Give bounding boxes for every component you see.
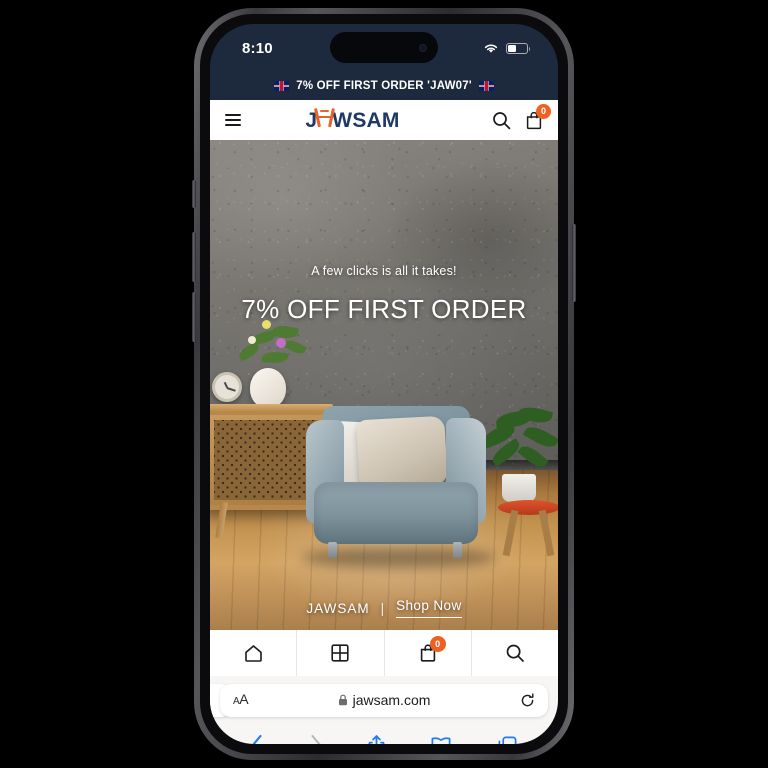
table-clock <box>212 372 242 402</box>
tab-categories[interactable] <box>297 630 385 676</box>
hero-banner[interactable]: A few clicks is all it takes! 7% OFF FIR… <box>210 140 558 630</box>
shop-now-link[interactable]: Shop Now <box>396 598 462 618</box>
share-button[interactable] <box>367 734 386 744</box>
hero-cta-divider: | <box>380 600 386 616</box>
bookmarks-button[interactable] <box>430 736 452 744</box>
device-bezel: 8:10 7% OFF FIRST ORDER 'JAW07' J WSAM 0… <box>200 14 568 754</box>
device-screen: 8:10 7% OFF FIRST ORDER 'JAW07' J WSAM 0… <box>210 24 558 744</box>
announcement-text: 7% OFF FIRST ORDER 'JAW07' <box>296 80 472 92</box>
header-actions: 0 <box>492 103 551 130</box>
cart-count-badge: 0 <box>536 103 551 119</box>
orange-side-stool <box>498 500 558 557</box>
volume-up-button[interactable] <box>192 232 196 282</box>
hero-cta-row: JAWSAM | Shop Now <box>210 598 558 618</box>
status-bar: 8:10 <box>210 24 558 72</box>
iphone-device-frame: 8:10 7% OFF FIRST ORDER 'JAW07' J WSAM 0… <box>192 8 576 760</box>
potted-plant <box>478 404 558 502</box>
action-button[interactable] <box>192 180 196 208</box>
safari-url-bar[interactable]: AA jawsam.com <box>220 683 548 717</box>
tab-search[interactable] <box>472 630 558 676</box>
back-button[interactable] <box>250 734 264 744</box>
power-button[interactable] <box>572 224 576 302</box>
flower-vase <box>250 368 286 408</box>
forward-button <box>309 734 323 744</box>
announcement-bar[interactable]: 7% OFF FIRST ORDER 'JAW07' <box>210 72 558 100</box>
battery-icon <box>506 42 531 54</box>
safari-url-text-group: jawsam.com <box>338 692 431 708</box>
text-size-button[interactable]: AA <box>233 691 249 709</box>
tabs-button[interactable] <box>497 735 518 744</box>
uk-flag-icon <box>274 81 290 91</box>
uk-flag-icon <box>478 81 494 91</box>
search-icon[interactable] <box>492 111 511 130</box>
site-logo[interactable]: J WSAM <box>305 108 399 133</box>
site-tab-bar: 0 <box>210 630 558 676</box>
safari-url-text: jawsam.com <box>352 692 431 708</box>
tab-home[interactable] <box>210 630 298 676</box>
a-letter-mark-icon <box>317 108 332 127</box>
reload-icon[interactable] <box>520 692 535 708</box>
hamburger-menu-icon[interactable] <box>225 114 241 126</box>
wifi-icon <box>483 42 499 54</box>
site-header: J WSAM 0 <box>210 100 558 140</box>
dynamic-island <box>330 32 438 63</box>
safari-toolbar <box>210 724 558 744</box>
hero-eyebrow: A few clicks is all it takes! <box>311 264 457 278</box>
hero-title: 7% OFF FIRST ORDER <box>241 294 527 324</box>
safari-browser-chrome: AA jawsam.com <box>210 676 558 744</box>
screenshot-root: 8:10 7% OFF FIRST ORDER 'JAW07' J WSAM 0… <box>0 0 768 768</box>
status-bar-indicators <box>483 42 532 54</box>
hero-brand-label: JAWSAM <box>306 600 370 616</box>
lock-icon <box>338 694 348 706</box>
status-bar-clock: 8:10 <box>242 39 273 57</box>
armchair <box>306 406 486 558</box>
volume-down-button[interactable] <box>192 292 196 342</box>
front-camera-icon <box>419 43 427 52</box>
tab-cart-badge: 0 <box>429 636 446 652</box>
cart-button[interactable]: 0 <box>525 103 551 130</box>
hero-copy: A few clicks is all it takes! 7% OFF FIR… <box>210 264 558 325</box>
logo-text-after: WSAM <box>332 108 400 132</box>
safari-url-row: AA jawsam.com <box>210 676 558 724</box>
tab-cart[interactable]: 0 <box>385 630 472 676</box>
